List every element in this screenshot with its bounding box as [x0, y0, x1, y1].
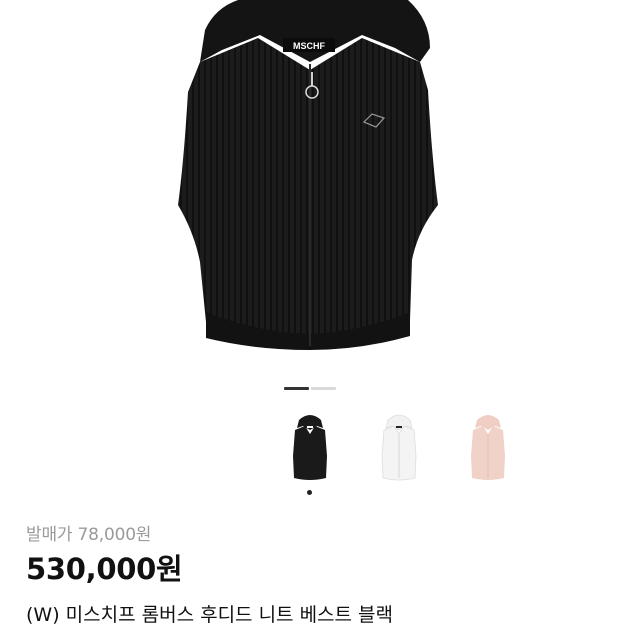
- product-title: (W) 미스치프 롬버스 후디드 니트 베스트 블랙: [26, 604, 394, 626]
- selected-variant-indicator: [307, 490, 312, 495]
- original-price: 발매가 78,000원: [26, 525, 152, 545]
- vest-body: [178, 38, 438, 344]
- pager-segment-active: [284, 387, 309, 390]
- pager-segment: [311, 387, 336, 390]
- variant-thumb-black[interactable]: [283, 412, 337, 486]
- sale-price: 530,000원: [26, 552, 183, 586]
- variant-thumb-pink[interactable]: [461, 412, 515, 486]
- product-image[interactable]: MSCHF: [0, 0, 620, 380]
- variant-thumb-white[interactable]: [372, 412, 426, 486]
- brand-label: MSCHF: [293, 41, 325, 51]
- variant-thumbnails: [283, 412, 515, 486]
- gallery-pager: [284, 387, 336, 390]
